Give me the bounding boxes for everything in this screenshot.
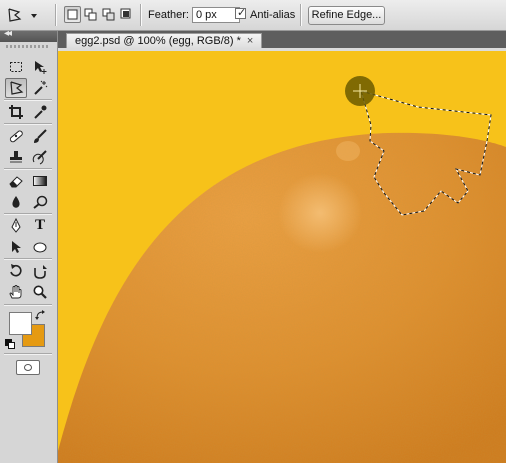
type-tool[interactable]: T [29, 216, 51, 236]
tools-panel: ◂◂ T [0, 28, 58, 463]
eyedropper-icon [34, 105, 47, 119]
image-canvas[interactable] [58, 51, 506, 463]
magic-wand-tool[interactable] [29, 78, 51, 98]
type-icon: T [35, 217, 46, 233]
antialias-label: Anti-alias [250, 9, 296, 21]
default-colors-icon[interactable] [5, 339, 15, 349]
dodge-icon [33, 195, 48, 209]
document-tab-title: egg2.psd @ 100% (egg, RGB/8) * [75, 35, 241, 47]
hand-tool[interactable] [5, 282, 27, 302]
healing-brush-icon [9, 130, 23, 143]
path-selection-icon [12, 241, 21, 253]
collapse-icon: ◂◂ [4, 28, 12, 39]
blur-icon [12, 196, 20, 208]
polygonal-lasso-icon [10, 81, 24, 95]
pen-tool[interactable] [5, 216, 27, 236]
zoom-tool[interactable] [29, 282, 51, 302]
eyedropper-tool[interactable] [29, 102, 51, 122]
move-tool[interactable] [29, 57, 51, 77]
healing-brush-tool[interactable] [5, 126, 27, 146]
3d-orbit-tool[interactable] [29, 261, 51, 281]
move-icon [35, 61, 47, 74]
history-brush-tool[interactable] [29, 147, 51, 167]
dodge-tool[interactable] [29, 192, 51, 212]
polygonal-lasso-icon [8, 8, 22, 22]
new-selection-icon [67, 9, 78, 20]
gradient-tool[interactable] [29, 171, 51, 191]
tool-preset-picker[interactable] [5, 6, 41, 24]
rotate-view-icon [10, 264, 22, 277]
polygonal-lasso-tool[interactable] [5, 78, 27, 98]
eraser-tool[interactable] [5, 171, 27, 191]
eraser-icon [9, 176, 23, 188]
rectangular-marquee-icon [10, 62, 22, 72]
options-bar: Feather: ✓ Anti-alias Refine Edge... [0, 0, 506, 31]
feather-label: Feather: [148, 9, 189, 21]
foreground-color-swatch[interactable] [9, 312, 32, 335]
ellipse-shape-tool[interactable] [29, 237, 51, 257]
clone-stamp-tool[interactable] [5, 147, 27, 167]
close-icon[interactable]: × [247, 35, 253, 47]
clone-stamp-icon [10, 151, 22, 163]
3d-orbit-icon [34, 265, 47, 279]
chevron-down-icon [31, 14, 37, 18]
gradient-icon [33, 176, 47, 186]
rectangular-marquee-tool[interactable] [5, 57, 27, 77]
tools-panel-header[interactable]: ◂◂ [0, 28, 57, 42]
pen-icon [11, 218, 21, 233]
history-brush-icon [32, 150, 47, 165]
crop-icon [9, 105, 23, 119]
rotate-view-tool[interactable] [5, 261, 27, 281]
brush-tool[interactable] [29, 126, 51, 146]
swap-colors-icon[interactable] [35, 310, 45, 320]
hand-icon [9, 285, 22, 299]
document-area: egg2.psd @ 100% (egg, RGB/8) * × [58, 31, 506, 463]
blur-tool[interactable] [5, 192, 27, 212]
panel-grip[interactable] [6, 45, 50, 48]
subtract-from-selection-button[interactable] [100, 6, 117, 23]
new-selection-button[interactable] [64, 6, 81, 23]
crop-tool[interactable] [5, 102, 27, 122]
quick-mask-button[interactable] [16, 360, 40, 375]
lasso-cursor [345, 76, 375, 106]
add-to-selection-icon [84, 8, 97, 21]
refine-edge-button[interactable]: Refine Edge... [308, 6, 385, 25]
ellipse-shape-icon [33, 242, 47, 253]
path-selection-tool[interactable] [5, 237, 27, 257]
brush-icon [34, 129, 47, 143]
antialias-checkbox[interactable]: ✓ [235, 7, 247, 19]
feather-input[interactable] [192, 7, 240, 23]
intersect-selection-button[interactable] [118, 6, 135, 23]
add-to-selection-button[interactable] [82, 6, 99, 23]
subtract-from-selection-icon [102, 8, 115, 21]
checkmark-icon: ✓ [237, 7, 247, 19]
zoom-icon [33, 285, 47, 299]
intersect-selection-icon [120, 8, 131, 19]
quick-mask-icon [24, 364, 32, 371]
document-tab[interactable]: egg2.psd @ 100% (egg, RGB/8) * × [66, 33, 263, 49]
magic-wand-icon [34, 80, 48, 95]
